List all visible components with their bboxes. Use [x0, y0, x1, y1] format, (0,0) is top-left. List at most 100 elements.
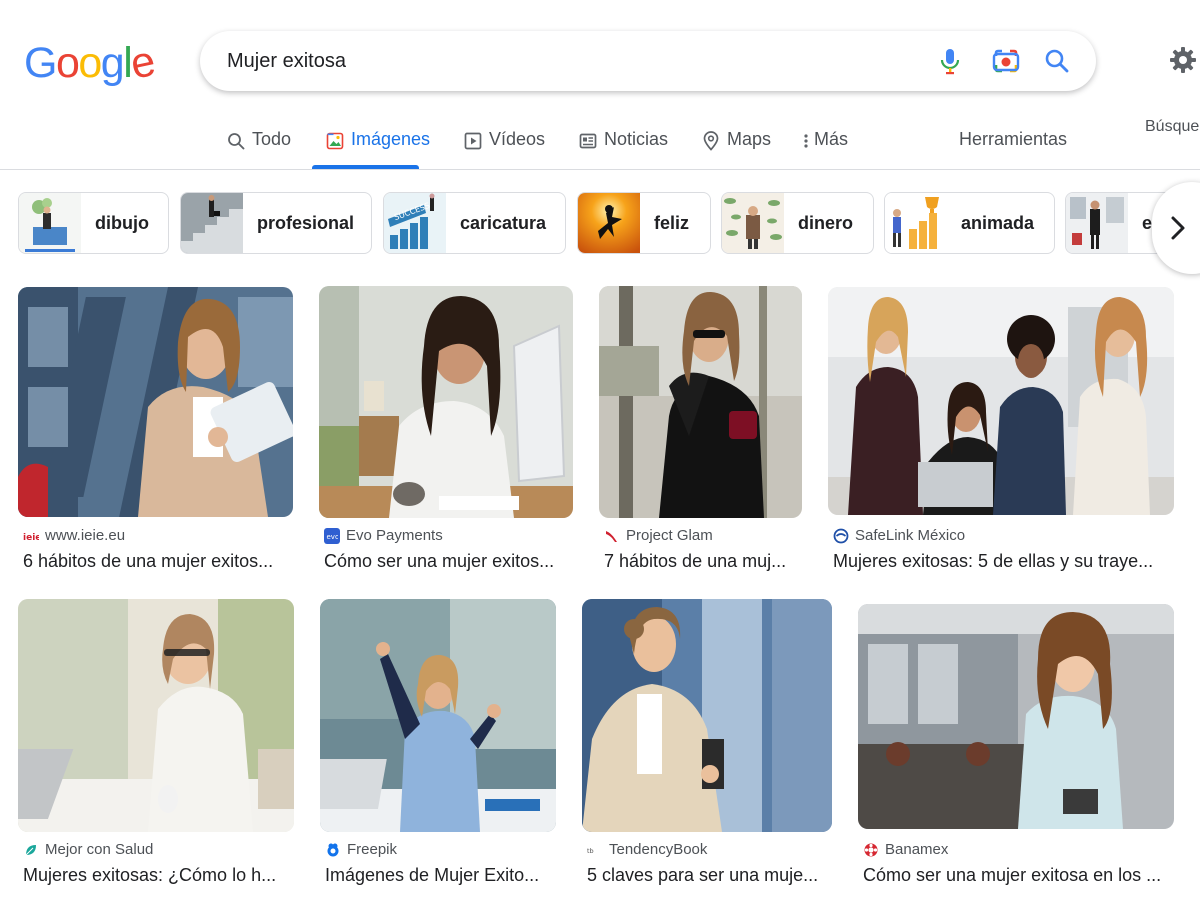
chip-label: dibujo — [95, 212, 149, 233]
image-icon — [325, 131, 345, 151]
result-thumbnail[interactable] — [828, 287, 1174, 515]
tab-label: Noticias — [604, 129, 669, 149]
chip-label: feliz — [654, 212, 690, 233]
search-submit-button[interactable] — [1040, 44, 1074, 78]
chip-label: dinero — [798, 212, 854, 233]
chip-thumbnail — [578, 193, 640, 253]
result-source[interactable]: ieie www.ieie.eu — [23, 527, 125, 544]
result-source[interactable]: tb TendencyBook — [587, 841, 707, 858]
result-title[interactable]: 6 hábitos de una mujer exitos... — [23, 551, 298, 572]
image-result[interactable]: Project Glam 7 hábitos de una muj... — [599, 286, 802, 576]
result-title[interactable]: Mujeres exitosas: 5 de ellas y su traye.… — [833, 551, 1179, 572]
result-source-label: Freepik — [347, 841, 398, 858]
leaf-icon — [23, 842, 39, 858]
heel-icon — [604, 528, 620, 544]
chip-thumbnail — [885, 193, 947, 253]
result-thumbnail[interactable] — [320, 599, 556, 832]
chip-label: profesional — [257, 212, 355, 233]
tab-todo[interactable]: Todo — [226, 112, 291, 170]
tab-label: Imágenes — [351, 129, 431, 149]
result-title[interactable]: Cómo ser una mujer exitosa en los ... — [863, 865, 1169, 886]
result-source-label: TendencyBook — [609, 841, 708, 858]
header-divider — [0, 169, 1200, 170]
result-source-label: www.ieie.eu — [45, 527, 126, 544]
chip-thumbnail — [1066, 193, 1128, 253]
svg-text:ieie: ieie — [23, 533, 39, 541]
ieie-icon: ieie — [23, 528, 39, 544]
result-source-label: Project Glam — [626, 527, 713, 544]
tendency-icon: tb — [587, 842, 603, 858]
image-result[interactable]: tb TendencyBook 5 claves para ser una mu… — [582, 599, 832, 890]
search-box — [200, 31, 1096, 91]
result-title[interactable]: Mujeres exitosas: ¿Cómo lo h... — [23, 865, 289, 886]
result-thumbnail[interactable] — [18, 287, 293, 517]
tab-imagenes[interactable]: Imágenes — [325, 112, 430, 170]
chip-profesional[interactable]: profesional — [180, 192, 372, 254]
google-logo[interactable]: Google — [24, 37, 158, 89]
image-result[interactable]: ieie www.ieie.eu 6 hábitos de una mujer … — [18, 287, 293, 577]
settings-button[interactable] — [1166, 43, 1200, 77]
result-source[interactable]: Mejor con Salud — [23, 841, 153, 858]
tab-label: Maps — [727, 129, 772, 149]
chip-dibujo[interactable]: dibujo — [18, 192, 169, 254]
result-source-label: Mejor con Salud — [45, 841, 154, 858]
banamex-icon — [863, 842, 879, 858]
result-title[interactable]: 7 hábitos de una muj... — [604, 551, 807, 572]
result-thumbnail[interactable] — [599, 286, 802, 518]
search-icon — [226, 131, 246, 151]
search-icon — [1045, 49, 1069, 73]
image-result[interactable]: Freepik Imágenes de Mujer Exito... — [320, 599, 556, 890]
chip-dinero[interactable]: dinero — [721, 192, 874, 254]
logo-letter: o — [55, 39, 80, 87]
play-icon — [463, 131, 483, 151]
chip-thumbnail — [181, 193, 243, 253]
chevron-right-icon — [1171, 216, 1185, 240]
result-source[interactable]: SafeLink México — [833, 527, 965, 544]
result-title[interactable]: 5 claves para ser una muje... — [587, 865, 837, 886]
svg-text:evo: evo — [327, 533, 339, 541]
logo-letter: g — [100, 39, 125, 87]
result-source[interactable]: Freepik — [325, 841, 397, 858]
result-thumbnail[interactable] — [18, 599, 294, 832]
tab-label: Más — [814, 129, 849, 149]
logo-letter: o — [78, 39, 102, 87]
more-vert-icon — [802, 131, 810, 151]
chip-feliz[interactable]: feliz — [577, 192, 711, 254]
result-thumbnail[interactable] — [319, 286, 573, 518]
search-input[interactable] — [227, 47, 907, 75]
result-source[interactable]: Banamex — [863, 841, 948, 858]
tab-mas[interactable]: Más — [802, 112, 848, 170]
chip-caricatura[interactable]: SUCCESS caricatura — [383, 192, 566, 254]
tab-noticias[interactable]: Noticias — [578, 112, 668, 170]
news-icon — [578, 131, 598, 151]
tab-maps[interactable]: Maps — [701, 112, 771, 170]
tab-label: Todo — [252, 129, 292, 149]
tab-videos[interactable]: Vídeos — [463, 112, 545, 170]
result-source[interactable]: Project Glam — [604, 527, 713, 544]
image-result[interactable]: SafeLink México Mujeres exitosas: 5 de e… — [828, 287, 1174, 577]
result-thumbnail[interactable] — [582, 599, 832, 832]
safelink-icon — [833, 528, 849, 544]
image-result[interactable]: evo Evo Payments Cómo ser una mujer exit… — [319, 286, 573, 576]
image-result[interactable]: Banamex Cómo ser una mujer exitosa en lo… — [858, 604, 1174, 890]
chip-thumbnail — [722, 193, 784, 253]
chip-animada[interactable]: animada — [884, 192, 1055, 254]
tab-label: Vídeos — [489, 129, 546, 149]
result-thumbnail[interactable] — [858, 604, 1174, 829]
tools-button[interactable]: Herramientas — [959, 129, 1067, 150]
result-source-label: Evo Payments — [346, 527, 443, 544]
safe-search-label[interactable]: Búsque — [1145, 118, 1199, 136]
chip-label: caricatura — [460, 212, 547, 233]
result-source-label: Banamex — [885, 841, 949, 858]
result-title[interactable]: Imágenes de Mujer Exito... — [325, 865, 561, 886]
chip-label: animada — [961, 212, 1035, 233]
result-source-label: SafeLink México — [855, 527, 966, 544]
lens-search-button[interactable] — [989, 44, 1023, 78]
voice-search-button[interactable] — [933, 44, 967, 78]
image-result[interactable]: Mejor con Salud Mujeres exitosas: ¿Cómo … — [18, 599, 294, 890]
freepik-icon — [325, 842, 341, 858]
result-title[interactable]: Cómo ser una mujer exitos... — [324, 551, 578, 572]
chip-thumbnail: SUCCESS — [384, 193, 446, 253]
map-pin-icon — [701, 131, 721, 151]
result-source[interactable]: evo Evo Payments — [324, 527, 443, 544]
